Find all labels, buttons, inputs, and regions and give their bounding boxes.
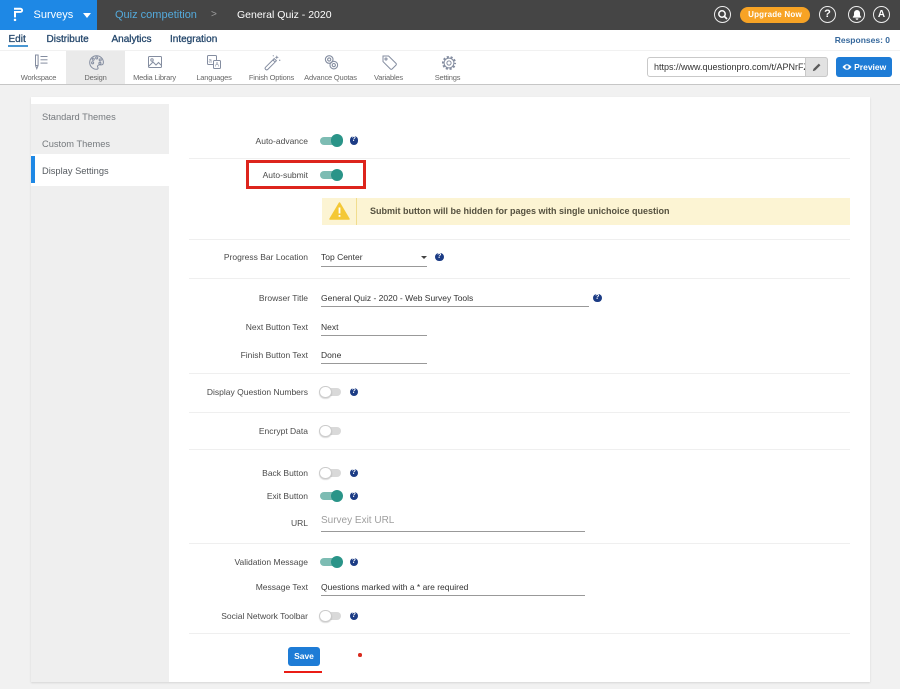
svg-text:a: a (209, 59, 213, 65)
svg-text:A: A (215, 63, 219, 69)
